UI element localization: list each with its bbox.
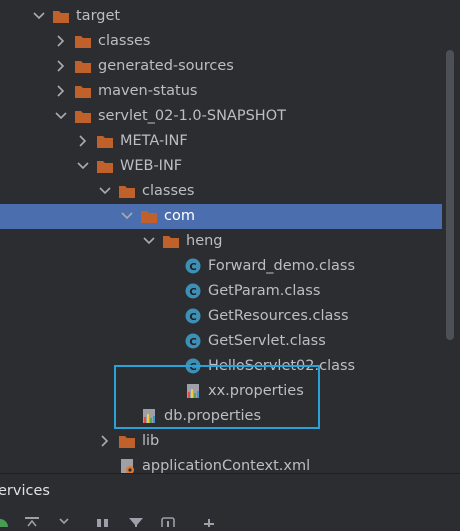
folder-icon xyxy=(118,183,136,199)
chevron-down-icon[interactable] xyxy=(76,159,90,173)
folder-icon xyxy=(162,233,180,249)
tree-item[interactable]: classes xyxy=(0,29,440,54)
folder-icon xyxy=(118,433,136,449)
chevron-right-icon[interactable] xyxy=(54,34,68,48)
services-title: ervices xyxy=(0,483,50,499)
svg-text:C: C xyxy=(189,262,196,273)
tree-item[interactable]: C Forward_demo.class xyxy=(0,254,440,279)
folder-icon xyxy=(52,8,70,24)
tree-item[interactable]: lib xyxy=(0,429,440,454)
tree-item-label: Forward_demo.class xyxy=(208,258,356,274)
java-class-icon: C xyxy=(184,308,202,324)
tree-item[interactable]: servlet_02-1.0-SNAPSHOT xyxy=(0,104,440,129)
tree-item[interactable]: WEB-INF xyxy=(0,154,440,179)
filter-icon[interactable] xyxy=(128,515,144,527)
tree-scrollbar-thumb[interactable] xyxy=(446,50,454,340)
xml-file-icon xyxy=(118,458,136,474)
tree-item[interactable]: C GetParam.class xyxy=(0,279,440,304)
tree-item-label: target xyxy=(76,8,121,24)
tree-item[interactable]: com xyxy=(0,204,460,229)
folder-icon xyxy=(74,83,92,99)
chevron-down-icon[interactable] xyxy=(142,234,156,248)
tree-item-label: generated-sources xyxy=(98,58,234,74)
group-icon[interactable] xyxy=(96,515,110,527)
tree-item-label: lib xyxy=(142,433,160,449)
svg-text:C: C xyxy=(189,312,196,323)
java-class-icon: C xyxy=(184,258,202,274)
tree-item[interactable]: C GetResources.class xyxy=(0,304,440,329)
svg-text:C: C xyxy=(189,337,196,348)
tree-item[interactable]: generated-sources xyxy=(0,54,440,79)
collapse-icon[interactable] xyxy=(58,515,70,525)
chevron-down-icon[interactable] xyxy=(32,9,46,23)
add-icon[interactable] xyxy=(202,515,216,527)
java-class-icon: C xyxy=(184,283,202,299)
svg-text:C: C xyxy=(189,287,196,298)
java-class-icon: C xyxy=(184,333,202,349)
folder-icon xyxy=(74,58,92,74)
layout-icon[interactable] xyxy=(160,515,176,531)
annotation-highlight-box xyxy=(114,365,320,429)
tree-item[interactable]: META-INF xyxy=(0,129,440,154)
tree-item[interactable]: maven-status xyxy=(0,79,440,104)
services-toolbar xyxy=(0,510,460,531)
tree-item[interactable]: C GetServlet.class xyxy=(0,329,440,354)
folder-icon xyxy=(74,108,92,124)
chevron-down-icon[interactable] xyxy=(54,109,68,123)
tree-item[interactable]: classes xyxy=(0,179,440,204)
folder-icon xyxy=(96,133,114,149)
tree-item-label: heng xyxy=(186,233,223,249)
tree-item-label: maven-status xyxy=(98,83,198,99)
services-panel-header: ervices xyxy=(0,474,460,510)
chevron-down-icon[interactable] xyxy=(120,209,134,223)
chevron-down-icon[interactable] xyxy=(98,184,112,198)
tree-item-label: com xyxy=(164,208,195,224)
tree-item[interactable]: heng xyxy=(0,229,440,254)
chevron-right-icon[interactable] xyxy=(54,84,68,98)
run-icon[interactable] xyxy=(0,515,8,531)
tree-item-label: META-INF xyxy=(120,133,188,149)
folder-icon xyxy=(140,208,158,224)
tree-item-label: WEB-INF xyxy=(120,158,183,174)
tree-item-label: classes xyxy=(98,33,151,49)
folder-icon xyxy=(96,158,114,174)
tree-item-label: classes xyxy=(142,183,195,199)
tree-item-label: GetServlet.class xyxy=(208,333,326,349)
chevron-right-icon[interactable] xyxy=(54,59,68,73)
chevron-right-icon[interactable] xyxy=(76,134,90,148)
chevron-right-icon[interactable] xyxy=(98,434,112,448)
tree-item-label: servlet_02-1.0-SNAPSHOT xyxy=(98,108,286,124)
folder-icon xyxy=(74,33,92,49)
tree-item[interactable]: target xyxy=(0,4,440,29)
expand-all-icon[interactable] xyxy=(24,515,40,527)
tree-item-label: GetParam.class xyxy=(208,283,321,299)
tree-item-label: GetResources.class xyxy=(208,308,349,324)
